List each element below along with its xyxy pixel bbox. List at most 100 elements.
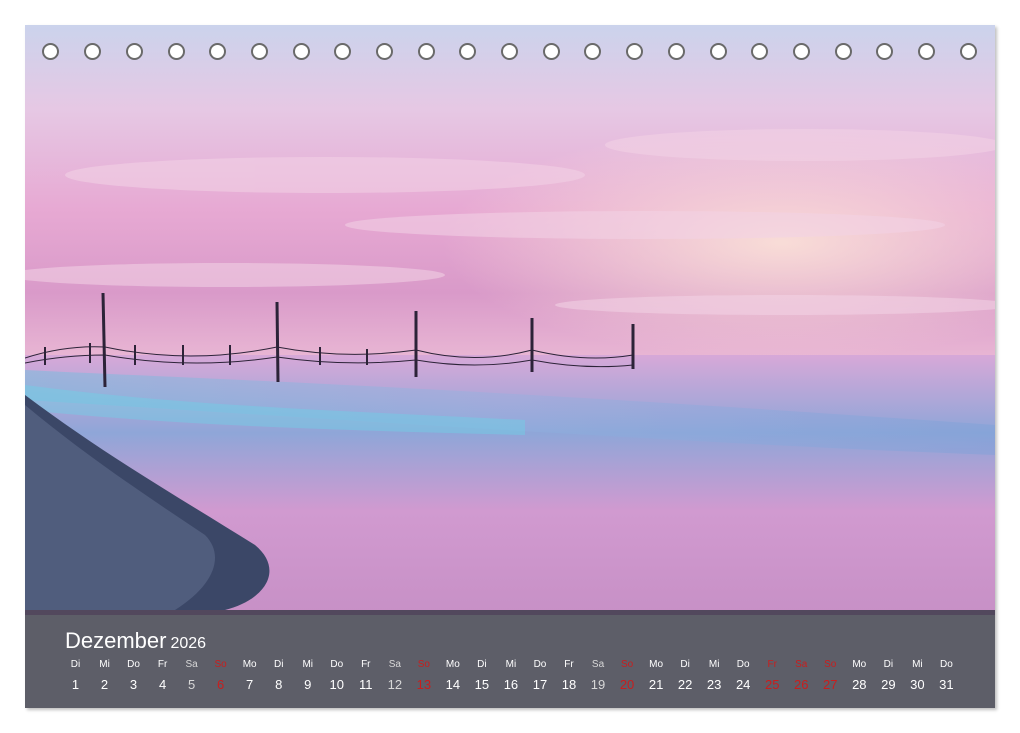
day-number: 29 — [881, 677, 896, 692]
weekday-label: Fr — [564, 659, 574, 670]
day-number: 8 — [275, 677, 283, 692]
day-number: 14 — [445, 677, 461, 692]
calendar-page: Dezember 2026 Di 1 Mi 2 Do 3 Fr 4 Sa 5 So 6 Mo 7 Di 8 Mi 9… — [25, 25, 995, 708]
weekday-label: So — [214, 659, 227, 670]
binding-hole — [376, 43, 393, 60]
binding-hole — [584, 43, 601, 60]
binding-hole — [293, 43, 310, 60]
day-cell: Di 29 — [874, 658, 903, 692]
binding-hole — [501, 43, 518, 60]
day-cell: Do 17 — [525, 658, 554, 692]
weekday-label: Sa — [591, 659, 605, 670]
day-number: 7 — [246, 677, 254, 692]
weekday-label: Fr — [361, 659, 371, 670]
day-number: 20 — [619, 677, 635, 692]
weekday-label: Mi — [505, 659, 517, 670]
day-cell: Do 24 — [729, 658, 758, 692]
month-name: Dezember — [65, 628, 167, 653]
binding-hole — [459, 43, 476, 60]
weekday-label: Do — [736, 659, 750, 670]
day-number: 9 — [304, 677, 312, 692]
day-number: 1 — [71, 677, 80, 692]
weekday-label: Fr — [157, 659, 168, 670]
binding-hole — [168, 43, 185, 60]
day-cell: Fr 4 — [148, 658, 177, 692]
weekday-label: Di — [273, 659, 284, 670]
day-cell: Sa 19 — [584, 658, 613, 692]
day-cell: Mi 16 — [496, 658, 525, 692]
day-number: 18 — [561, 677, 577, 692]
day-cell: Mi 2 — [90, 658, 119, 692]
day-number: 23 — [706, 677, 722, 692]
weekday-label: Di — [70, 659, 81, 670]
day-number: 10 — [329, 677, 344, 692]
weekday-label: Do — [127, 659, 140, 670]
day-cell: So 20 — [613, 658, 642, 692]
binding-hole — [84, 43, 101, 60]
day-cell: So 13 — [409, 658, 438, 692]
weekday-label: Di — [680, 659, 690, 670]
calendar-bar: Dezember 2026 Di 1 Mi 2 Do 3 Fr 4 Sa 5 So 6 Mo 7 Di 8 Mi 9… — [25, 610, 995, 708]
weekday-label: Do — [330, 659, 344, 670]
day-cell: Di 1 — [61, 658, 90, 692]
weekday-label: Mi — [99, 659, 110, 670]
day-number: 17 — [532, 677, 548, 692]
beach-sunset-photo — [25, 25, 995, 615]
weekday-label: So — [824, 659, 837, 670]
weekday-label: Sa — [185, 659, 198, 670]
day-number: 11 — [359, 677, 373, 692]
day-number: 3 — [129, 677, 138, 692]
binding-hole — [126, 43, 143, 60]
day-strip: Di 1 Mi 2 Do 3 Fr 4 Sa 5 So 6 Mo 7 Di 8 Mi 9 Do 10 Fr 11 Sa 12 S… — [25, 658, 995, 703]
binding-holes — [25, 43, 995, 65]
weekday-label: Di — [477, 659, 487, 670]
day-cell: Sa 5 — [177, 658, 206, 692]
weekday-label: Mo — [242, 659, 257, 670]
day-number: 25 — [764, 677, 780, 692]
day-cell: Mi 30 — [903, 658, 932, 692]
binding-hole — [751, 43, 768, 60]
day-cell: Do 10 — [322, 658, 351, 692]
day-cell: Di 8 — [264, 658, 293, 692]
day-cell: Do 3 — [119, 658, 148, 692]
day-number: 27 — [823, 677, 838, 692]
day-number: 26 — [794, 677, 809, 692]
weekday-label: Mi — [912, 659, 923, 670]
day-cell: Mo 28 — [845, 658, 874, 692]
day-cell: Sa 12 — [380, 658, 409, 692]
binding-hole — [334, 43, 351, 60]
weekday-label: So — [417, 659, 430, 670]
weekday-label: Mo — [649, 659, 664, 670]
weekday-label: Fr — [767, 659, 777, 670]
day-cell: Sa 26 — [787, 658, 816, 692]
day-number: 19 — [590, 677, 606, 692]
weekday-label: Mo — [445, 659, 460, 670]
day-cell: Fr 18 — [555, 658, 584, 692]
binding-hole — [835, 43, 852, 60]
day-cell: Mi 23 — [700, 658, 729, 692]
day-number: 6 — [217, 677, 225, 692]
binding-hole — [668, 43, 685, 60]
weekday-label: So — [620, 659, 634, 670]
month-title: Dezember 2026 — [65, 628, 206, 654]
year-label: 2026 — [170, 635, 207, 652]
day-cell: So 6 — [206, 658, 235, 692]
binding-hole — [251, 43, 268, 60]
day-cell: Di 22 — [671, 658, 700, 692]
day-number: 21 — [648, 677, 664, 692]
binding-hole — [543, 43, 560, 60]
day-number: 2 — [100, 677, 109, 692]
weekday-label: Mo — [852, 659, 867, 670]
binding-hole — [876, 43, 893, 60]
binding-hole — [418, 43, 435, 60]
day-number: 28 — [852, 677, 867, 692]
weekday-label: Do — [533, 659, 547, 670]
weekday-label: Di — [883, 659, 894, 670]
day-cell: Fr 25 — [758, 658, 787, 692]
weekday-label: Mi — [708, 659, 720, 670]
day-cell: Do 31 — [932, 658, 961, 692]
binding-hole — [793, 43, 810, 60]
binding-hole — [209, 43, 226, 60]
day-number: 22 — [677, 677, 693, 692]
day-number: 13 — [416, 677, 432, 692]
